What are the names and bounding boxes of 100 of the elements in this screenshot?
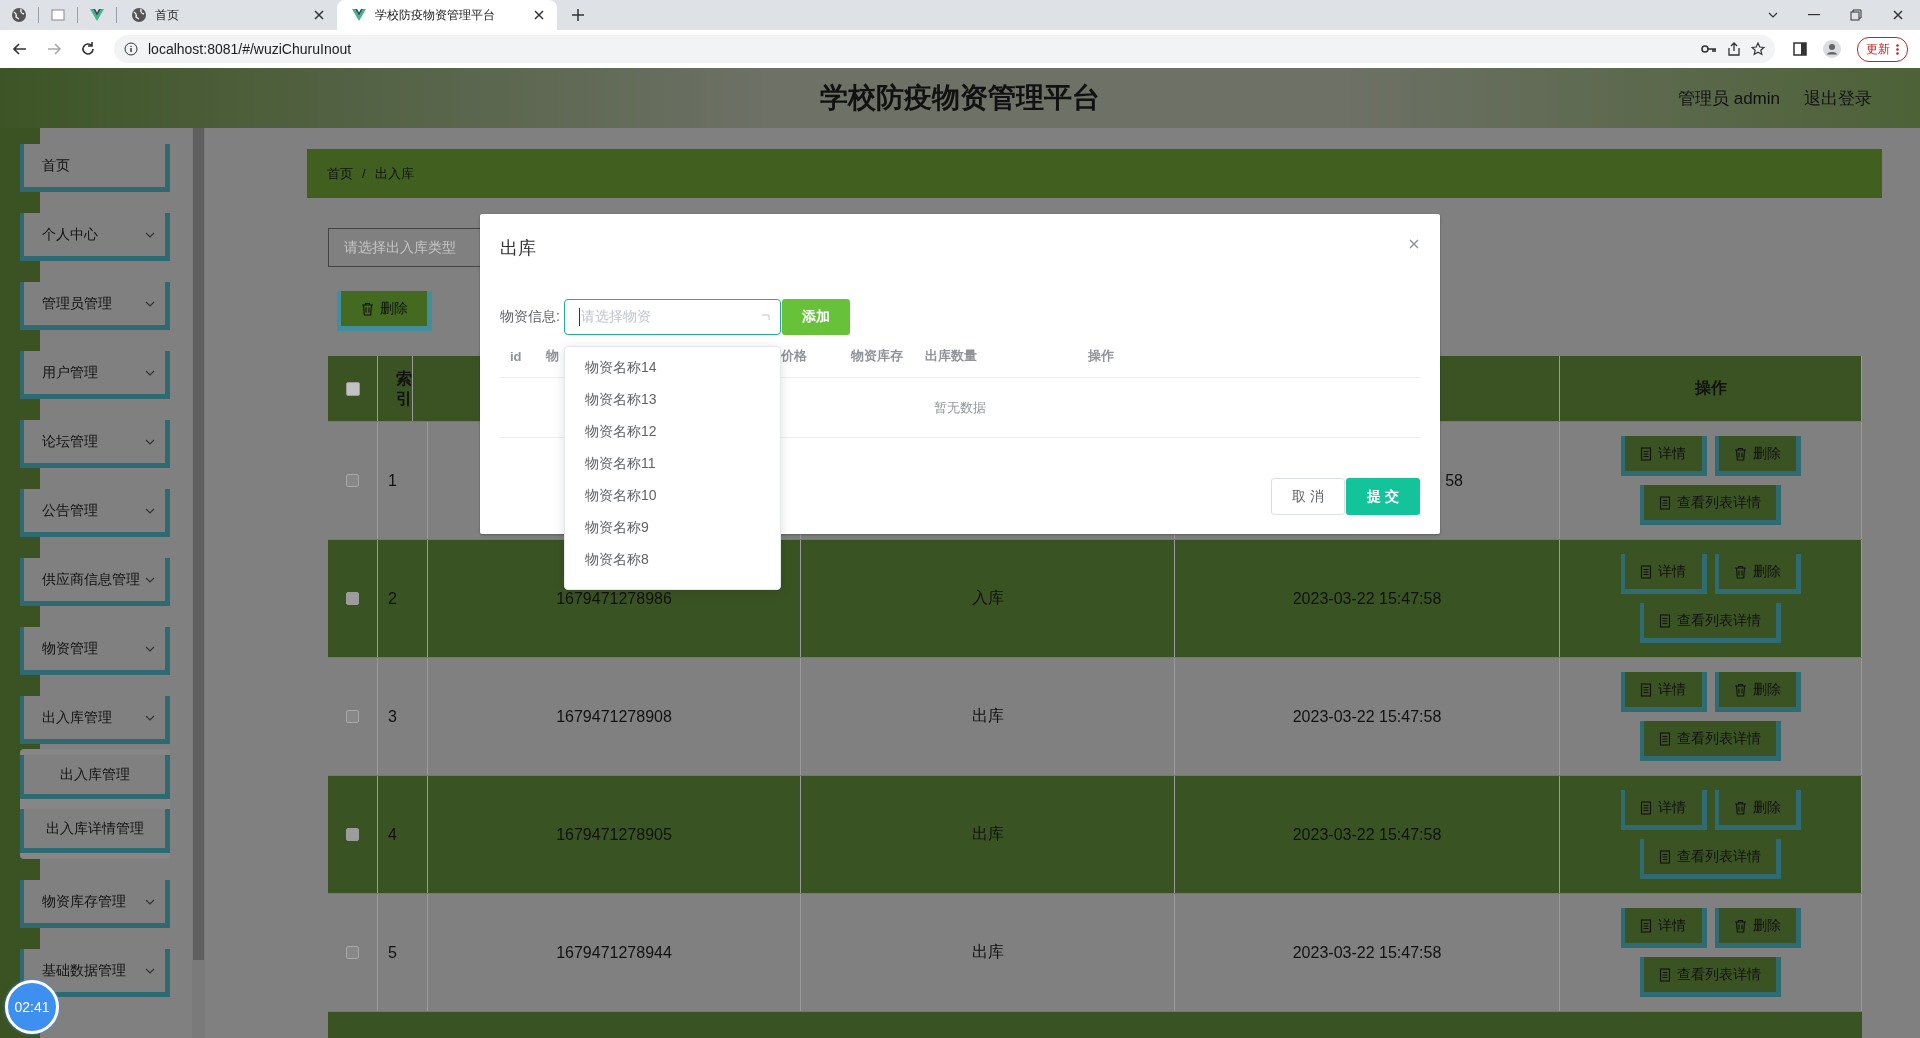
- share-icon[interactable]: [1727, 42, 1741, 56]
- document-icon: [1659, 967, 1671, 982]
- chevron-down-icon: [145, 438, 155, 445]
- column-header: 操作: [1088, 347, 1115, 365]
- document-icon: [1640, 682, 1652, 697]
- chevron-down-icon: [145, 898, 155, 905]
- table-cell: 3: [388, 707, 397, 726]
- more-icon: [1896, 43, 1899, 55]
- breadcrumb-link[interactable]: 首页: [327, 164, 353, 183]
- table-cell: 5: [388, 943, 397, 962]
- menu-item[interactable]: 物资管理: [20, 627, 170, 675]
- app-title: 学校防疫物资管理平台: [820, 82, 1100, 113]
- column-header: 物资库存: [851, 347, 904, 365]
- profile-icon[interactable]: [1823, 40, 1841, 58]
- table-cell: 1: [388, 471, 397, 490]
- document-icon: [1659, 495, 1671, 510]
- trash-icon: [1733, 918, 1747, 933]
- breadcrumb-separator: /: [362, 166, 366, 181]
- dropdown-option[interactable]: 物资名称10: [565, 480, 780, 512]
- select-all-checkbox[interactable]: [345, 381, 360, 396]
- menu-item[interactable]: 论坛管理: [20, 420, 170, 468]
- back-icon[interactable]: [12, 41, 28, 57]
- trash-icon: [1733, 682, 1747, 697]
- menu-item[interactable]: 用户管理: [20, 351, 170, 399]
- menu-item[interactable]: 公告管理: [20, 489, 170, 537]
- table-cell: 1679471278905: [556, 825, 672, 844]
- menu-item[interactable]: 首页: [20, 144, 170, 192]
- table-cell: 1679471278908: [556, 707, 672, 726]
- browser-tab[interactable]: 首页: [117, 0, 337, 30]
- breadcrumb-link[interactable]: 出入库: [374, 164, 414, 183]
- v-logo-icon[interactable]: [89, 7, 105, 23]
- star-icon[interactable]: [1751, 42, 1765, 56]
- chevron-down-icon: [145, 714, 155, 721]
- chevron-down-icon: [145, 369, 155, 376]
- restore-icon[interactable]: [1850, 9, 1862, 21]
- row-checkbox[interactable]: [346, 828, 359, 841]
- row-checkbox[interactable]: [346, 710, 359, 723]
- menu-item[interactable]: 管理员管理: [20, 282, 170, 330]
- submenu-item[interactable]: 出入库详情管理: [20, 809, 170, 853]
- close-icon[interactable]: [1892, 9, 1904, 21]
- dropdown-option[interactable]: 物资名称14: [565, 352, 780, 384]
- chevron-down-icon[interactable]: [1768, 12, 1778, 18]
- table-cell-text: 出库: [971, 824, 1004, 844]
- globe-icon: [131, 7, 147, 23]
- menu-item[interactable]: 供应商信息管理: [20, 558, 170, 606]
- column-header: 操作: [1694, 378, 1727, 398]
- cancel-button[interactable]: 取 消: [1271, 478, 1345, 515]
- document-icon: [1659, 613, 1671, 628]
- dropdown-option[interactable]: 物资名称13: [565, 384, 780, 416]
- chevron-down-icon: [145, 576, 155, 583]
- table-cell: 2: [388, 589, 397, 608]
- row-checkbox[interactable]: [346, 474, 359, 487]
- row-checkbox[interactable]: [346, 592, 359, 605]
- key-icon[interactable]: [1701, 44, 1717, 54]
- trash-icon: [1733, 800, 1747, 815]
- table-cell-text: 出库: [971, 706, 1004, 726]
- menu-item[interactable]: 个人中心: [20, 213, 170, 261]
- column-header: 价格: [780, 347, 808, 365]
- delete-button[interactable]: 删除: [337, 291, 432, 331]
- table-cell-text: 出库: [971, 942, 1004, 962]
- new-tab-icon[interactable]: [571, 8, 585, 22]
- dropdown-option[interactable]: 物资名称11: [565, 448, 780, 480]
- table-cell: 1679471278986: [556, 589, 672, 608]
- column-header: 索引: [396, 369, 412, 408]
- document-icon: [1640, 918, 1652, 933]
- trash-icon: [360, 301, 374, 316]
- row-checkbox[interactable]: [346, 946, 359, 959]
- update-button[interactable]: 更新: [1857, 36, 1908, 62]
- minimize-icon[interactable]: [1808, 14, 1820, 16]
- close-icon[interactable]: [313, 9, 325, 21]
- menu-item[interactable]: 物资库存管理: [20, 880, 170, 928]
- close-icon[interactable]: [533, 9, 545, 21]
- chevron-down-icon: [145, 231, 155, 238]
- dropdown-option[interactable]: 物资名称8: [565, 544, 780, 576]
- field-label: 物资信息:: [500, 308, 561, 326]
- menu-item[interactable]: 出入库管理: [20, 696, 170, 744]
- table-cell: 1679471278944: [556, 943, 672, 962]
- logout-link[interactable]: 退出登录: [1804, 86, 1872, 110]
- chevron-down-icon: [145, 967, 155, 974]
- caret-icon: [762, 314, 770, 320]
- dropdown-option[interactable]: 物资名称9: [565, 512, 780, 544]
- table-cell: 2023-03-22 15:47:58: [1292, 589, 1442, 608]
- document-icon: [1640, 446, 1652, 461]
- chevron-down-icon: [145, 300, 155, 307]
- submenu-item[interactable]: 出入库管理: [20, 755, 170, 799]
- empty-message: 暂无数据: [934, 398, 986, 417]
- globe-icon[interactable]: [11, 7, 27, 23]
- table-cell-text: 入库: [971, 588, 1004, 608]
- column-header: 出库数量: [925, 347, 978, 365]
- side-panel-icon[interactable]: [1793, 42, 1807, 56]
- browser-tab[interactable]: 学校防疫物资管理平台: [337, 0, 557, 30]
- reload-icon[interactable]: [80, 41, 96, 57]
- table-cell: 4: [388, 825, 397, 844]
- chevron-down-icon: [145, 645, 155, 652]
- scrollbar[interactable]: [192, 128, 205, 1038]
- table-cell: 2023-03-22 15:47:58: [1292, 707, 1442, 726]
- address-bar[interactable]: localhost:8081/#/wuziChuruInout: [114, 35, 1775, 63]
- dropdown-option[interactable]: 物资名称12: [565, 416, 780, 448]
- table-cell: 2023-03-22 15:47:58: [1292, 943, 1442, 962]
- menu-item[interactable]: 基础数据管理: [20, 949, 170, 997]
